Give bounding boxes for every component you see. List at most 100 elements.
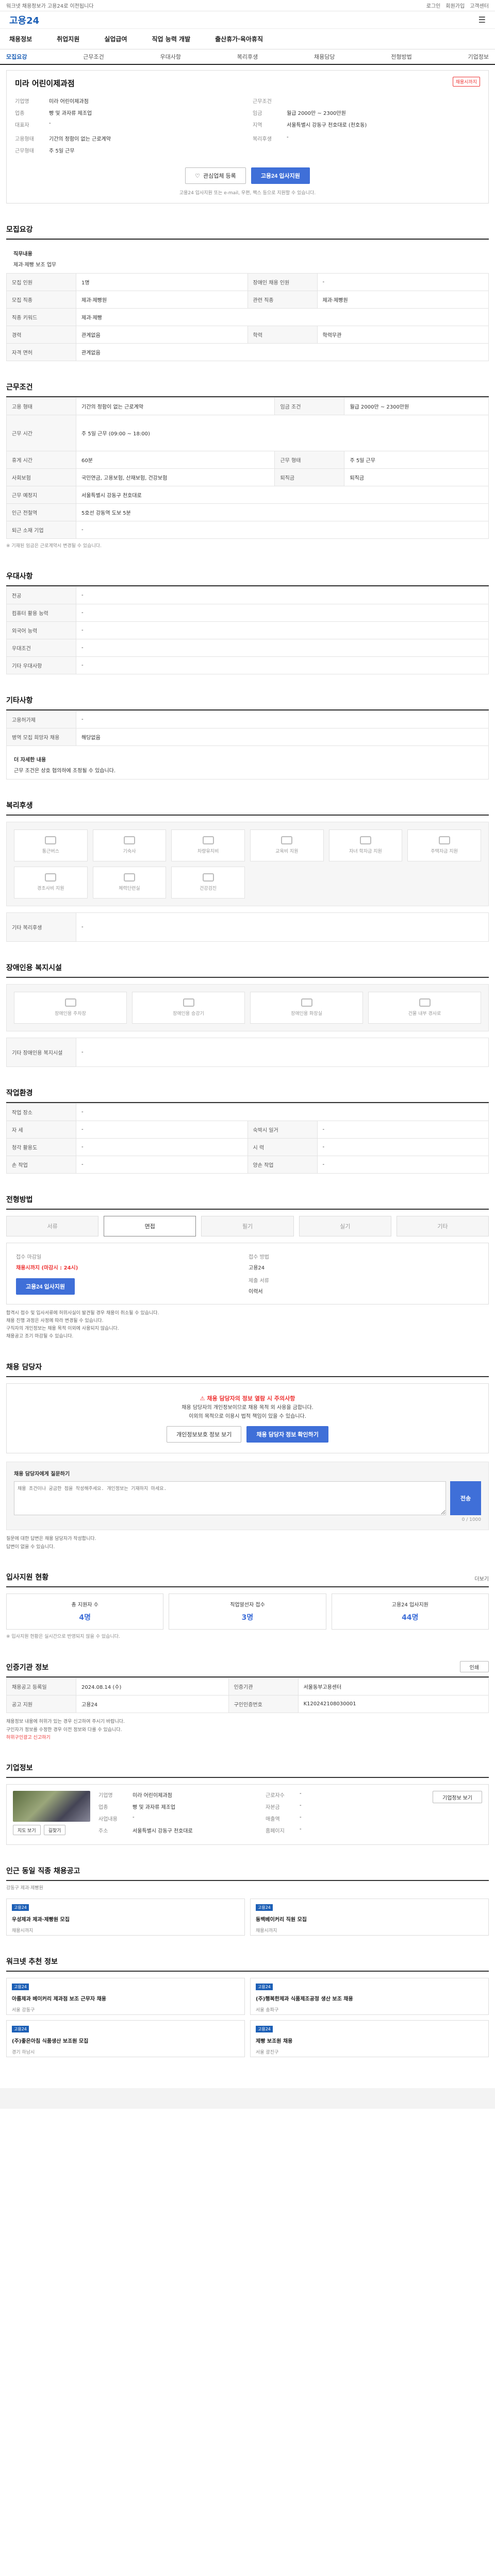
question-send-button[interactable]: 전송	[450, 1481, 481, 1516]
gnb-item-employment[interactable]: 취업지원	[57, 35, 79, 43]
cell-value: 해당없음	[76, 727, 489, 746]
cell-label: 채용공고 등록일	[6, 1677, 76, 1696]
tuition-icon	[359, 836, 371, 844]
report-link[interactable]: 허위구인광고 신고하기	[6, 1734, 489, 1742]
welfare-label: 주택자금 지원	[431, 849, 458, 854]
tab-company[interactable]: 기업정보	[468, 53, 489, 61]
menu-icon[interactable]: ☰	[478, 15, 486, 25]
login-link[interactable]: 로그인	[426, 2, 441, 9]
cell-value: -	[76, 656, 489, 674]
job-card-title: 동백베이커리 직원 모집	[256, 1917, 307, 1923]
tab-screening[interactable]: 전형방법	[391, 53, 411, 61]
gnb-item-training[interactable]: 직업 능력 개발	[152, 35, 191, 43]
info-value: 미라 어린이제과점	[133, 1793, 172, 1799]
note-line: 구직자의 개인정보는 채용 목적 이외에 사용되지 않습니다.	[6, 1326, 119, 1332]
job-desc-box: 직무내용 제과·제빵 보조 업무	[6, 240, 489, 273]
cell-value: 서울특별시 강동구 천호대로	[76, 486, 489, 504]
tab-welfare[interactable]: 복리후생	[237, 53, 258, 61]
cell-value: -	[76, 1037, 489, 1067]
other-notice: 더 자세한 내용 근무 조건은 상호 협의하에 조정될 수 있습니다.	[6, 745, 489, 779]
route-button[interactable]: 길찾기	[43, 1825, 66, 1836]
site-logo[interactable]: 고용24	[9, 13, 39, 27]
screening-notes: 합격시 접수 및 입사서류에 허위사실이 발견될 경우 채용이 취소될 수 있습…	[6, 1310, 489, 1341]
elevator-icon	[183, 998, 194, 1007]
stat-card: 고용24 입사지원 44명	[331, 1593, 489, 1630]
job-card[interactable]: 고용24 (주)좋은아침 식품생산 보조원 모집 경기 하남시	[6, 2020, 245, 2057]
job-card[interactable]: 고용24 아름제과 베이커리 제과점 보조 근무자 채용 서울 강동구	[6, 1977, 245, 2015]
question-title: 채용 담당자에게 질문하기	[14, 1471, 70, 1478]
cell-value: 관계없음	[76, 326, 248, 344]
apply-note: 고용24 입사지원 또는 e-mail, 우편, 팩스 등으로 지원할 수 있습…	[179, 191, 316, 196]
welfare-label: 차량유지비	[197, 849, 219, 854]
section-title-disabled: 장애인용 복지시설	[6, 962, 489, 978]
job-desc-title: 직무내용	[13, 251, 32, 257]
apply-button[interactable]: 고용24 입사지원	[251, 167, 310, 184]
info-label: 근무조건	[253, 99, 272, 105]
welfare-label: 통근버스	[42, 849, 59, 854]
cell-label: 컴퓨터 활용 능력	[6, 603, 76, 622]
welfare-item: 기숙사	[92, 829, 167, 861]
other-notice-title: 더 자세한 내용	[14, 757, 46, 763]
scrap-button[interactable]: ♡ 관심업체 등록	[185, 167, 246, 184]
stat-value: 44명	[402, 1614, 419, 1622]
info-value: -	[287, 134, 289, 140]
cell-label: 공고 지원	[6, 1695, 76, 1714]
cell-value: -	[76, 1155, 248, 1174]
welfare-label: 기숙사	[123, 849, 136, 854]
job-card-title: 우성제과 제과·제빵원 모집	[12, 1917, 70, 1923]
job-source: 고용24	[256, 2025, 273, 2032]
gnb-item-leave[interactable]: 출산휴가·육아휴직	[215, 35, 263, 43]
facility-item: 건물 내부 경사로	[368, 991, 481, 1024]
job-card[interactable]: 고용24 우성제과 제과·제빵원 모집 채용시까지	[6, 1898, 245, 1936]
disabled-icons: 장애인용 주차장 장애인용 승강기 장애인용 화장실 건물 내부 경사로	[6, 984, 489, 1031]
screening-steps: 서류 면접 필기 실기 기타	[6, 1215, 489, 1236]
cell-label: 자 세	[6, 1120, 76, 1139]
privacy-info-button[interactable]: 개인정보보호 정보 보기	[167, 1426, 242, 1443]
tab-prefer[interactable]: 우대사항	[160, 53, 181, 61]
company-info-button[interactable]: 기업정보 보기	[433, 1791, 482, 1804]
job-card[interactable]: 고용24 제빵 보조원 채용 서울 광진구	[250, 2020, 489, 2057]
info-label: 임금	[253, 111, 262, 116]
facility-label: 장애인용 승강기	[173, 1011, 204, 1016]
cell-label: 근무 형태	[274, 451, 345, 469]
cell-value: 5호선 강동역 도보 5분	[76, 503, 489, 521]
applicants-more-link[interactable]: 더보기	[474, 1574, 489, 1582]
job-title: 미라 어린이제과점	[15, 79, 75, 88]
cell-label: 인증기관	[228, 1677, 299, 1696]
info-label: 매출액	[266, 1817, 280, 1823]
job-source: 고용24	[12, 1904, 29, 1911]
info-label: 주소	[98, 1828, 108, 1835]
cell-label: 근무 예정지	[6, 486, 76, 504]
job-card[interactable]: 고용24 동백베이커리 직원 모집 채용시까지	[250, 1898, 489, 1936]
question-input[interactable]	[14, 1481, 446, 1516]
apply-button-2[interactable]: 고용24 입사지원	[16, 1278, 75, 1295]
note-line: 합격시 접수 및 입사서류에 허위사실이 발견될 경우 채용이 취소될 수 있습…	[6, 1310, 159, 1316]
tab-contact[interactable]: 채용담당	[314, 53, 335, 61]
signup-link[interactable]: 회원가입	[446, 2, 465, 9]
stat-label: 고용24 입사지원	[391, 1602, 428, 1608]
view-contact-button[interactable]: 채용 담당자 정보 확인하기	[246, 1426, 328, 1443]
map-button[interactable]: 지도 보기	[13, 1825, 41, 1836]
tab-work[interactable]: 근무조건	[83, 53, 104, 61]
facility-label: 장애인용 주차장	[55, 1011, 86, 1016]
deadline-value: 채용시까지 (마감시 : 24시)	[16, 1265, 78, 1271]
cell-label: 청각 활용도	[6, 1138, 76, 1156]
contact-alert: ⚠ 채용 담당자의 정보 열람 시 주의사항 채용 담당자의 개인정보이므로 채…	[6, 1383, 489, 1454]
dorm-icon	[123, 836, 135, 844]
applicants-note: ※ 입사지원 현황은 실시간으로 반영되지 않을 수 있습니다.	[6, 1634, 120, 1639]
print-button[interactable]: 인쇄	[459, 1661, 489, 1673]
help-link[interactable]: 고객센터	[470, 2, 489, 9]
welfare-etc-table: 기타 복리후생 -	[6, 912, 489, 942]
tab-recruit[interactable]: 모집요강	[6, 53, 27, 61]
gnb-item-unemployment[interactable]: 실업급여	[104, 35, 127, 43]
cell-label: 작업 장소	[6, 1103, 76, 1121]
education-icon	[281, 836, 293, 844]
job-card[interactable]: 고용24 (주)행복한제과 식품제조공정 생산 보조 채용 서울 송파구	[250, 1977, 489, 2015]
gnb-item-jobs[interactable]: 채용정보	[9, 35, 32, 43]
cell-value: 월급 2000만 ~ 2300만원	[344, 397, 489, 415]
job-source: 고용24	[256, 1904, 273, 1911]
cell-label: 관련 직종	[247, 291, 318, 309]
alert-title-text: 채용 담당자의 정보 열람 시 주의사항	[207, 1395, 295, 1402]
cell-label: 손 작업	[6, 1155, 76, 1174]
cell-label: 외국어 능력	[6, 621, 76, 639]
